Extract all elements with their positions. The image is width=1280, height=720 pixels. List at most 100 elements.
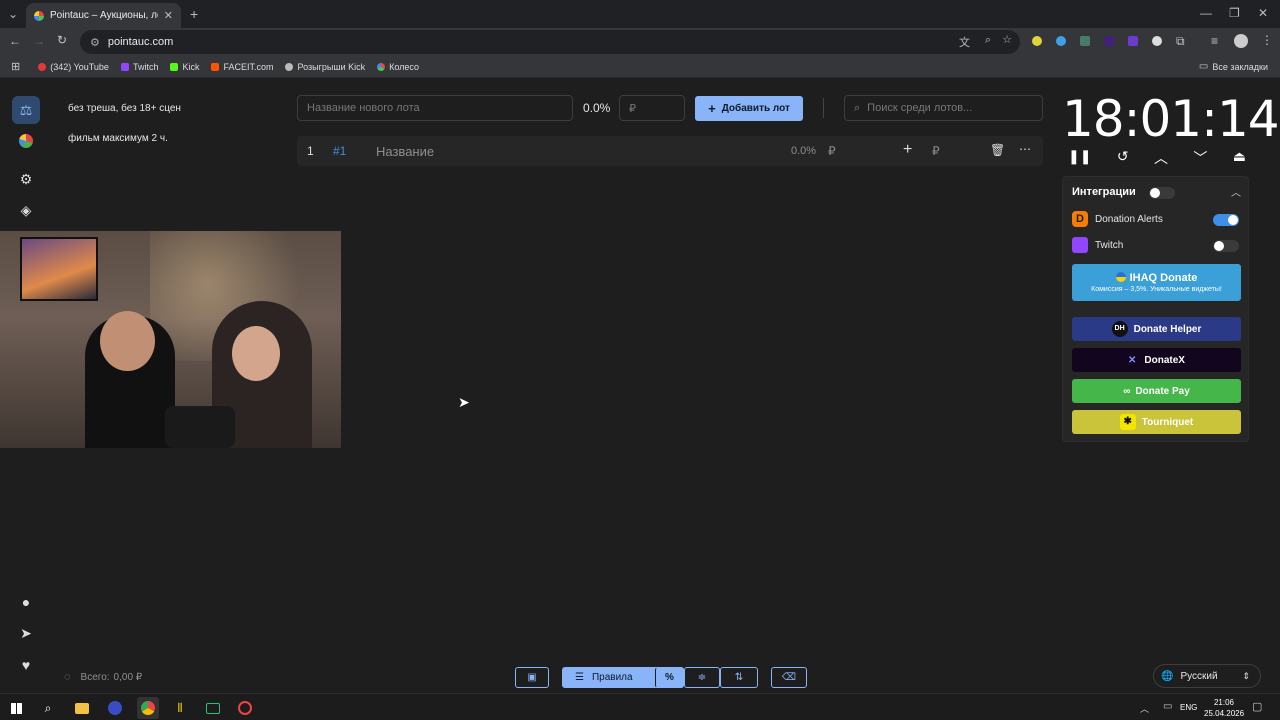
- apps-grid-icon[interactable]: ⊞: [11, 60, 20, 73]
- bookmark-label: Kick: [182, 61, 200, 72]
- collapse-up-icon[interactable]: ⏏: [1233, 148, 1246, 170]
- lot-amount[interactable]: ₽: [828, 144, 836, 158]
- bookmark-kick[interactable]: Kick: [170, 62, 199, 72]
- github-button[interactable]: ●: [12, 588, 40, 616]
- timer-display: 18:01:14: [1062, 90, 1280, 148]
- donate-helper-label: Donate Helper: [1133, 323, 1202, 335]
- save-button[interactable]: ▣: [515, 667, 549, 688]
- lot-name[interactable]: Название: [376, 144, 434, 159]
- bookmark-faceit[interactable]: FACEIT.com: [211, 62, 273, 72]
- trash-icon[interactable]: 🗑: [990, 143, 1005, 157]
- bookmark-youtube[interactable]: (342) YouTube: [38, 62, 109, 72]
- reset-icon[interactable]: ↺: [1117, 148, 1129, 170]
- taskbar-app-1[interactable]: [104, 697, 126, 719]
- reload-icon[interactable]: ↻: [57, 33, 67, 47]
- minimize-icon[interactable]: —: [1200, 6, 1212, 20]
- wheel-icon: [19, 134, 33, 148]
- bookmark-kick-giveaways[interactable]: Розыгрыши Kick: [285, 62, 365, 72]
- collapse-chevron-icon[interactable]: ︿: [1231, 184, 1241, 199]
- select-arrows-icon: ⇕: [1242, 670, 1250, 681]
- taskbar-explorer[interactable]: [71, 697, 93, 719]
- add-amount-icon[interactable]: +: [903, 141, 912, 159]
- network-icon[interactable]: ▭: [1163, 701, 1172, 712]
- new-lot-name-placeholder: Название нового лота: [307, 102, 420, 114]
- donate-pay-button[interactable]: ∞ Donate Pay: [1072, 379, 1241, 403]
- tray-chevron-icon[interactable]: ︿: [1140, 702, 1149, 715]
- zoom-icon[interactable]: ⌕: [985, 34, 991, 47]
- clock[interactable]: 21:06 25.04.2026: [1204, 697, 1244, 719]
- donate-button[interactable]: ♥: [12, 651, 40, 679]
- telegram-button[interactable]: ➤: [12, 619, 40, 647]
- new-lot-amount-input[interactable]: ₽: [619, 95, 685, 121]
- pause-icon[interactable]: ❚❚: [1068, 148, 1091, 170]
- extension-4-icon[interactable]: [1104, 36, 1114, 46]
- address-bar[interactable]: ⚙ pointauc.com 文 ⌕ ☆: [80, 30, 1020, 54]
- compress-button[interactable]: ≑: [684, 667, 720, 688]
- eye-off-icon[interactable]: ◌: [64, 671, 71, 683]
- back-icon[interactable]: ←: [9, 34, 21, 48]
- table-row[interactable]: 1 #1 Название 0.0% ₽ + ₽ 🗑 ⋯: [297, 136, 1043, 166]
- mouse-cursor-icon: ➤: [458, 394, 470, 410]
- browser-tab[interactable]: Pointauc – Аукционы, лотереи ✕: [26, 3, 181, 28]
- extension-5-icon[interactable]: [1128, 36, 1138, 46]
- all-bookmarks[interactable]: ▭ Все закладки: [1199, 61, 1268, 72]
- profile-avatar[interactable]: [1234, 34, 1248, 48]
- input-language[interactable]: ENG: [1180, 703, 1197, 712]
- restore-icon[interactable]: ❐: [1229, 6, 1240, 20]
- reading-list-icon[interactable]: ≡: [1211, 34, 1218, 48]
- forward-icon[interactable]: →: [33, 34, 45, 48]
- bookmark-star-icon[interactable]: ☆: [1002, 33, 1012, 46]
- percent-toggle-button[interactable]: %: [655, 667, 684, 688]
- nav-settings-button[interactable]: ⚙: [12, 165, 40, 193]
- extensions-puzzle-icon[interactable]: ⧉: [1176, 34, 1185, 49]
- windows-logo-icon: [10, 702, 22, 714]
- window-close-icon[interactable]: ✕: [1258, 6, 1268, 20]
- bookmark-twitch[interactable]: Twitch: [120, 61, 159, 72]
- integrations-master-toggle[interactable]: [1149, 187, 1175, 199]
- chevron-down-icon[interactable]: ﹀: [1193, 148, 1207, 170]
- ihaq-donate-banner[interactable]: IHAQ Donate Комиссия – 3,5%. Уникальные …: [1072, 264, 1241, 301]
- twitch-toggle[interactable]: [1213, 240, 1239, 252]
- language-select[interactable]: 🌐 Русский ⇕: [1153, 664, 1261, 688]
- tourniquet-label: Tourniquet: [1141, 416, 1194, 428]
- notifications-icon[interactable]: ▢: [1252, 700, 1262, 713]
- donation-alerts-toggle[interactable]: [1213, 214, 1239, 226]
- donatex-button[interactable]: ✕ DonateX: [1072, 348, 1241, 372]
- all-bookmarks-label: Все закладки: [1212, 61, 1268, 72]
- taskbar-app-4[interactable]: [202, 697, 224, 719]
- taskbar-app-5[interactable]: [234, 697, 256, 719]
- menu-kebab-icon[interactable]: ⋮: [1261, 33, 1273, 47]
- tab-search-icon[interactable]: ⌄: [8, 7, 18, 21]
- timer-controls: ❚❚ ↺ ︿ ﹀ ⏏: [1068, 148, 1246, 170]
- translate-icon[interactable]: 文: [959, 34, 970, 50]
- search-button[interactable]: ⌕: [37, 697, 59, 719]
- extension-1-icon[interactable]: [1032, 36, 1042, 46]
- bookmark-wheel[interactable]: Колесо: [377, 62, 419, 72]
- sort-button[interactable]: ⇅: [720, 667, 758, 688]
- site-info-icon[interactable]: ⚙: [90, 36, 100, 49]
- nav-layers-button[interactable]: ◈: [12, 196, 40, 224]
- close-tab-icon[interactable]: ✕: [164, 9, 173, 22]
- taskbar-app-3[interactable]: ⫴: [169, 697, 191, 719]
- more-options-icon[interactable]: ⋯: [1019, 142, 1031, 156]
- taskbar-chrome[interactable]: [137, 697, 159, 719]
- add-lot-button[interactable]: + Добавить лот: [695, 96, 803, 121]
- tourniquet-button[interactable]: ✱ Tourniquet: [1072, 410, 1241, 434]
- extension-2-icon[interactable]: [1056, 36, 1066, 46]
- site-favicon: [34, 10, 44, 21]
- nav-wheel-button[interactable]: [12, 127, 40, 155]
- extension-6-icon[interactable]: [1152, 36, 1162, 46]
- pointauc-app: ⚖ ⚙ ◈ ● ➤ ♥ без треша, без 18+ сцен филь…: [0, 80, 1280, 693]
- add-lot-label: Добавить лот: [721, 103, 790, 114]
- clear-all-button[interactable]: ⌫: [771, 667, 807, 688]
- new-tab-icon[interactable]: +: [190, 6, 198, 22]
- nav-auction-button[interactable]: ⚖: [12, 96, 40, 124]
- lot-add-amount[interactable]: ₽: [932, 144, 940, 158]
- chevron-up-icon[interactable]: ︿: [1154, 148, 1168, 170]
- bookmark-label: Twitch: [132, 61, 159, 72]
- start-button[interactable]: [5, 697, 27, 719]
- donate-helper-button[interactable]: DH Donate Helper: [1072, 317, 1241, 341]
- new-lot-name-input[interactable]: Название нового лота: [297, 95, 573, 121]
- extension-3-icon[interactable]: [1080, 36, 1090, 46]
- lot-search-input[interactable]: ⌕ Поиск среди лотов...: [844, 95, 1043, 121]
